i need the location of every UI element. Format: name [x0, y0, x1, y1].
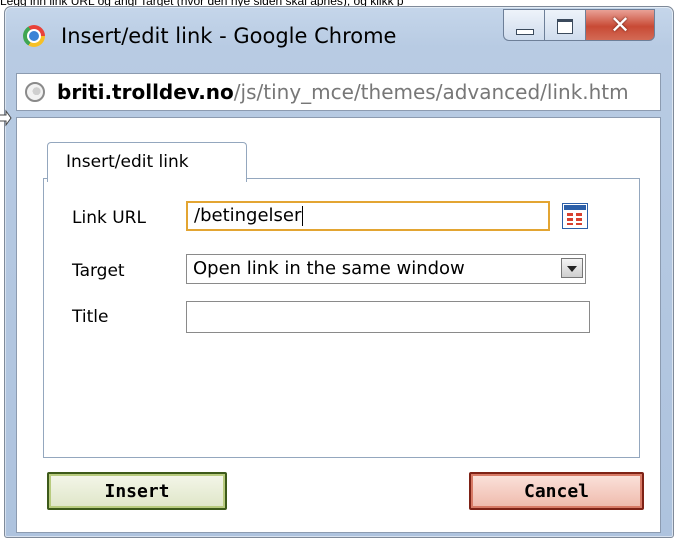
title-bar[interactable]: Insert/edit link - Google Chrome ✕ [5, 7, 673, 69]
chrome-icon [23, 25, 45, 47]
url-path: /js/tiny_mce/themes/advanced/link.htm [233, 80, 629, 104]
tab-insert-edit-link[interactable]: Insert/edit link [47, 142, 247, 182]
cancel-button[interactable]: Cancel [469, 472, 644, 510]
link-url-value: /betingelser [194, 205, 302, 226]
browser-popup-window: Insert/edit link - Google Chrome ✕ briti… [4, 6, 674, 538]
insert-button[interactable]: Insert [47, 472, 227, 510]
window-controls: ✕ [503, 9, 655, 41]
close-button[interactable]: ✕ [585, 9, 655, 41]
target-label: Target [72, 261, 125, 281]
tab-label: Insert/edit link [66, 152, 189, 172]
globe-icon [25, 82, 45, 102]
target-select[interactable]: Open link in the same window [186, 254, 586, 284]
general-panel: Link URL /betingelser Target Open link i… [43, 178, 640, 458]
url-host: briti.trolldev.no [57, 80, 234, 104]
title-label: Title [72, 307, 109, 327]
link-url-label: Link URL [72, 208, 146, 228]
title-input[interactable] [186, 301, 590, 333]
dialog-content: Insert/edit link Link URL /betingelser T… [16, 117, 661, 533]
chevron-down-icon[interactable] [561, 258, 583, 278]
arrow-right-icon [0, 109, 12, 127]
minimize-button[interactable] [503, 9, 544, 41]
maximize-button[interactable] [544, 9, 585, 41]
maximize-icon [557, 19, 573, 34]
browse-icon[interactable] [562, 203, 588, 229]
target-selected-value: Open link in the same window [193, 258, 465, 279]
link-url-input[interactable]: /betingelser [186, 201, 550, 231]
text-caret [302, 206, 304, 226]
address-bar[interactable]: briti.trolldev.no/js/tiny_mce/themes/adv… [16, 73, 661, 111]
window-title: Insert/edit link - Google Chrome [61, 24, 397, 48]
url-text[interactable]: briti.trolldev.no/js/tiny_mce/themes/adv… [57, 78, 655, 106]
minimize-icon [516, 29, 534, 35]
close-icon: ✕ [609, 11, 631, 39]
